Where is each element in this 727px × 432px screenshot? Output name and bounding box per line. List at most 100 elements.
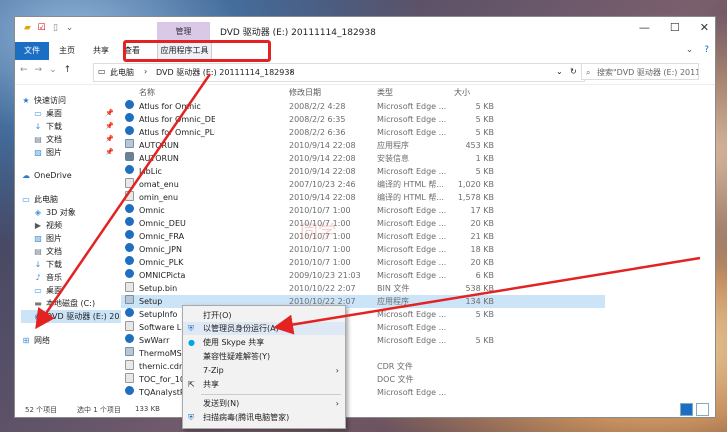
folder-icon[interactable]: ▰ — [22, 23, 33, 34]
minimize-button[interactable]: — — [639, 21, 650, 34]
sidebar-item-pictures[interactable]: ▨ 图片 — [33, 146, 62, 159]
search-placeholder: 搜索"DVD 驱动器 (E:) 20111114_182938" — [597, 68, 699, 77]
sidebar-item-music[interactable]: ♪ 音乐 — [33, 271, 62, 284]
breadcrumb-separator[interactable]: › — [144, 67, 147, 76]
file-row[interactable]: AUTORUN 2010/9/14 22:08 应用程序 453 KB — [121, 139, 605, 152]
menu-item-run-as-admin[interactable]: ⛨ 以管理员身份运行(A) — [183, 322, 345, 335]
menu-item-virus-scan[interactable]: ⛨ 扫描病毒(腾讯电脑管家) — [183, 411, 345, 424]
menu-item-share[interactable]: ⇱ 共享 — [183, 378, 345, 391]
breadcrumb-dvd-drive[interactable]: DVD 驱动器 (E:) 20111114_182938 — [156, 67, 295, 78]
column-header-type[interactable]: 类型 — [377, 87, 393, 98]
pin-icon[interactable]: 📌 — [105, 148, 114, 156]
file-row[interactable]: OMNICPicta 2009/10/23 21:03 Microsoft Edge… — [121, 269, 605, 282]
manage-tab-header[interactable]: 管理 — [157, 22, 210, 41]
sidebar-item-downloads[interactable]: ↓ 下载 — [33, 258, 62, 271]
file-row[interactable]: Omnic_FRA 2010/10/7 1:00 Microsoft Edge ..… — [121, 230, 605, 243]
sidebar-item-this-pc[interactable]: ▭ 此电脑 — [21, 193, 58, 206]
file-row[interactable]: Omnic_JPN 2010/10/7 1:00 Microsoft Edge ..… — [121, 243, 605, 256]
file-name: LibLic — [139, 167, 162, 176]
breadcrumb[interactable]: ▭ 此电脑 › DVD 驱动器 (E:) 20111114_182938 › ⌄… — [93, 63, 585, 82]
sidebar-item-3d-objects[interactable]: ◈ 3D 对象 — [33, 206, 76, 219]
sidebar-item-dvd-drive[interactable]: ◉ DVD 驱动器 (E:) 20 — [21, 310, 121, 323]
submenu-arrow-icon: › — [335, 399, 339, 408]
file-row[interactable]: Atlus for Omnic_PLK 2008/2/2 6:36 Microsof… — [121, 126, 605, 139]
column-header-name[interactable]: 名称 — [139, 87, 155, 98]
sidebar-item-local-disk[interactable]: ▬ 本地磁盘 (C:) — [33, 297, 95, 310]
file-name: Omnic_PLK — [139, 258, 184, 267]
tab-home[interactable]: 主页 — [57, 42, 77, 60]
chevron-down-icon[interactable]: ⌄ — [64, 23, 75, 34]
sidebar-item-label: DVD 驱动器 (E:) 20 — [46, 312, 120, 321]
file-size: 1 KB — [475, 154, 494, 163]
pin-icon[interactable]: 📌 — [105, 122, 114, 130]
address-dropdown-icon[interactable]: ⌄ — [556, 67, 563, 76]
menu-item-compatibility[interactable]: 兼容性疑难解答(Y) — [183, 350, 345, 363]
file-row[interactable]: omat_enu 2007/10/23 2:46 编译的 HTML 帮... 1,02… — [121, 178, 605, 191]
file-row[interactable]: Omnic_DEU 2010/10/7 1:00 Microsoft Edge ..… — [121, 217, 605, 230]
sidebar-item-videos[interactable]: ▶ 视频 — [33, 219, 62, 232]
download-icon: ↓ — [34, 122, 42, 131]
file-row[interactable]: Atlus for Omnic_DEU 2008/2/2 6:35 Microsof… — [121, 113, 605, 126]
sidebar-item-label: 文档 — [46, 135, 62, 144]
sidebar-item-desktop[interactable]: ▭ 桌面 — [33, 107, 62, 120]
large-icons-view-icon[interactable] — [696, 403, 709, 416]
sidebar-item-label: 视频 — [46, 221, 62, 230]
recent-dropdown-icon[interactable]: ⌄ — [49, 65, 57, 75]
video-icon: ▶ — [34, 221, 42, 230]
file-row[interactable]: AUTORUN 2010/9/14 22:08 安装信息 1 KB — [121, 152, 605, 165]
edge-browser-icon — [125, 386, 134, 395]
forward-arrow-icon[interactable]: → — [35, 65, 43, 75]
file-row[interactable]: Omnic 2010/10/7 1:00 Microsoft Edge ... 17 … — [121, 204, 605, 217]
file-name: Atlus for Omnic_DEU — [139, 115, 215, 124]
sidebar-item-onedrive[interactable]: ☁ OneDrive — [21, 169, 72, 182]
sidebar-item-quick-access[interactable]: ★ 快速访问 — [21, 94, 66, 107]
tab-file[interactable]: 文件 — [15, 42, 49, 60]
desktop-icon: ▭ — [34, 109, 42, 118]
edge-browser-icon — [125, 334, 134, 343]
file-row[interactable]: Atlus for Omnic 2008/2/2 4:28 Microsoft Ed… — [121, 100, 605, 113]
sidebar-item-desktop[interactable]: ▭ 桌面 — [33, 284, 62, 297]
file-row[interactable]: omin_enu 2010/9/14 22:08 编译的 HTML 帮... 1,57… — [121, 191, 605, 204]
file-row[interactable]: Omnic_PLK 2010/10/7 1:00 Microsoft Edge ..… — [121, 256, 605, 269]
up-arrow-icon[interactable]: ↑ — [64, 65, 72, 75]
file-row[interactable]: LibLic 2010/9/14 22:08 Microsoft Edge ... 5… — [121, 165, 605, 178]
file-type: Microsoft Edge ... — [377, 258, 447, 267]
expand-ribbon-icon[interactable]: ⌄ — [686, 45, 694, 55]
pin-icon[interactable]: 📌 — [105, 109, 114, 117]
menu-item-label: 兼容性疑难解答(Y) — [203, 352, 271, 361]
file-row[interactable]: Setup.bin 2010/10/22 2:07 BIN 文件 538 KB — [121, 282, 605, 295]
file-date: 2010/10/7 1:00 — [289, 258, 351, 267]
tab-share[interactable]: 共享 — [89, 42, 113, 60]
file-date: 2010/9/14 22:08 — [289, 154, 356, 163]
column-header-size[interactable]: 大小 — [454, 87, 470, 98]
column-header-date[interactable]: 修改日期 — [289, 87, 321, 98]
menu-item-send-to[interactable]: 发送到(N) › — [183, 397, 345, 410]
menu-item-open[interactable]: 打开(O) — [183, 309, 345, 322]
close-button[interactable]: ✕ — [700, 21, 709, 34]
sidebar-item-label: 网络 — [34, 336, 50, 345]
pin-icon[interactable]: 📌 — [105, 135, 114, 143]
sidebar-item-downloads[interactable]: ↓ 下载 — [33, 120, 62, 133]
refresh-icon[interactable]: ↻ — [570, 67, 577, 76]
sidebar-item-documents[interactable]: ▤ 文档 — [33, 133, 62, 146]
search-input[interactable]: ⌕ 搜索"DVD 驱动器 (E:) 20111114_182938" — [581, 63, 699, 80]
document-file-icon — [125, 282, 134, 292]
menu-separator — [201, 394, 341, 395]
sidebar-item-pictures[interactable]: ▨ 图片 — [33, 232, 62, 245]
menu-item-skype-share[interactable]: ● 使用 Skype 共享 — [183, 336, 345, 349]
back-arrow-icon[interactable]: ← — [20, 65, 28, 75]
check-icon[interactable]: ☑ — [36, 23, 47, 34]
menu-item-7zip[interactable]: 7-Zip › — [183, 364, 345, 377]
file-date: 2010/9/14 22:08 — [289, 193, 356, 202]
file-size: 20 KB — [470, 219, 494, 228]
details-view-icon[interactable] — [680, 403, 693, 416]
sidebar-item-network[interactable]: ⊞ 网络 — [21, 334, 50, 347]
breadcrumb-this-pc[interactable]: 此电脑 — [110, 67, 134, 78]
submenu-arrow-icon: › — [335, 366, 339, 375]
blank-page-icon[interactable]: ▯ — [50, 23, 61, 34]
maximize-button[interactable]: ☐ — [670, 21, 680, 34]
sidebar-item-documents[interactable]: ▤ 文档 — [33, 245, 62, 258]
breadcrumb-separator[interactable]: › — [290, 67, 293, 76]
menu-item-label: 扫描病毒(腾讯电脑管家) — [203, 413, 290, 422]
help-icon[interactable]: ? — [704, 45, 709, 55]
